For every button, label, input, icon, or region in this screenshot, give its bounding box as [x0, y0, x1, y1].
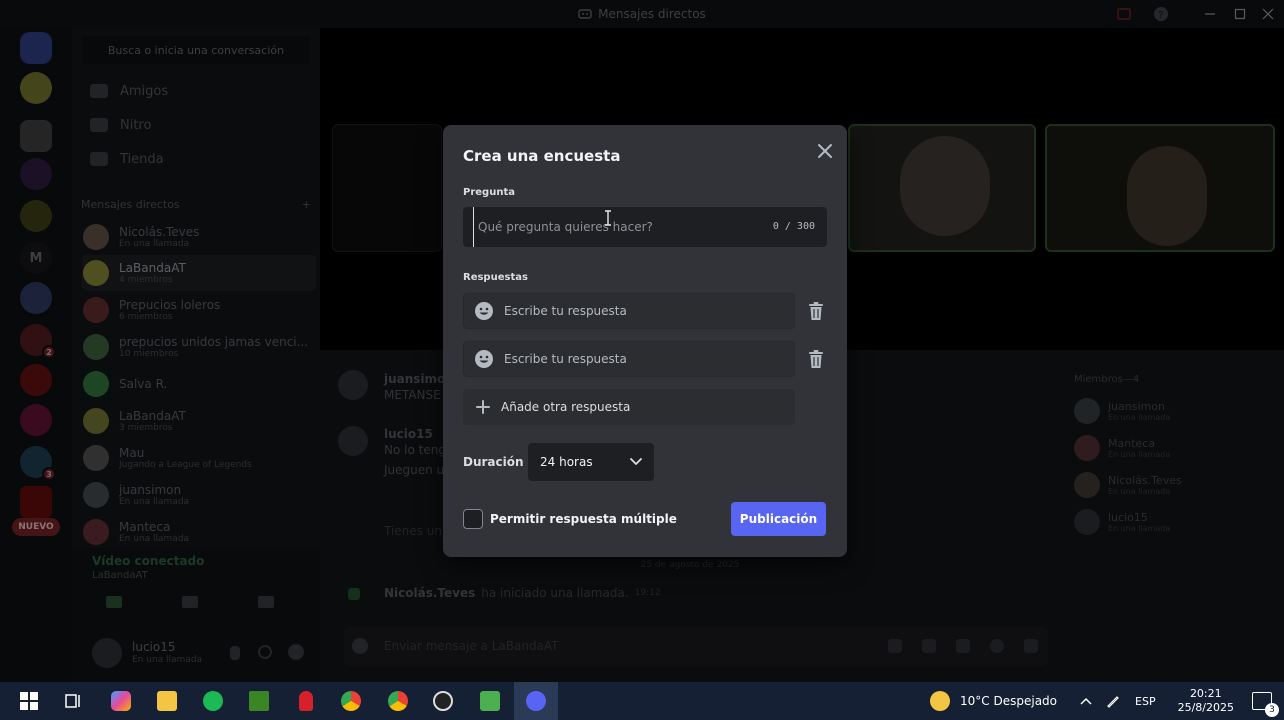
- question-label: Pregunta: [463, 187, 515, 198]
- discord-icon[interactable]: [526, 691, 546, 711]
- chrome-icon[interactable]: [341, 691, 361, 711]
- multiple-answers-checkbox[interactable]: [463, 509, 483, 529]
- duration-label: Duración: [463, 455, 524, 469]
- chevron-up-icon[interactable]: [1079, 696, 1093, 706]
- language-indicator[interactable]: ESP: [1135, 695, 1156, 708]
- question-counter: 0 / 300: [772, 221, 815, 232]
- discord-app: Mensajes directos ? M 2 3 NUEVO Busca o …: [0, 0, 1284, 720]
- spotify-icon[interactable]: [203, 691, 223, 711]
- task-view-icon[interactable]: [63, 691, 83, 711]
- plus-icon: [476, 400, 490, 414]
- question-field: 0 / 300: [463, 207, 827, 247]
- emoji-icon[interactable]: [474, 301, 494, 321]
- clock-date: 25/8/2025: [1177, 701, 1234, 714]
- answer-field[interactable]: [463, 341, 795, 377]
- multiple-answers-label[interactable]: Permitir respuesta múltiple: [490, 512, 677, 526]
- android-studio-icon[interactable]: [480, 691, 500, 711]
- weather-text[interactable]: 10°C Despejado: [960, 694, 1057, 708]
- copilot-icon[interactable]: [111, 691, 131, 711]
- moon-icon: [930, 691, 951, 711]
- windows-start-icon[interactable]: [19, 691, 39, 711]
- chrome-profile-icon[interactable]: [388, 691, 408, 711]
- answer-field[interactable]: [463, 293, 795, 329]
- notification-icon[interactable]: 3: [1252, 692, 1279, 717]
- chevron-down-icon: [630, 458, 642, 465]
- poll-modal: Crea una encuesta Pregunta 0 / 300 Respu…: [443, 125, 847, 557]
- obs-icon[interactable]: [433, 691, 453, 711]
- modal-title: Crea una encuesta: [463, 147, 621, 165]
- notification-count: 3: [1265, 703, 1279, 717]
- answers-label: Respuestas: [463, 272, 528, 283]
- minecraft-icon[interactable]: [249, 691, 269, 711]
- system-tray: 10°C Despejado ESP 20:21 25/8/2025 3: [930, 682, 1284, 720]
- pen-icon[interactable]: [1105, 693, 1121, 709]
- close-icon[interactable]: [815, 141, 835, 161]
- add-answer-button[interactable]: Añade otra respuesta: [463, 389, 795, 425]
- windows-taskbar: 10°C Despejado ESP 20:21 25/8/2025 3: [0, 682, 1284, 720]
- app-icon[interactable]: [299, 691, 313, 711]
- emoji-icon[interactable]: [474, 349, 494, 369]
- question-input[interactable]: [473, 207, 753, 247]
- clock[interactable]: 20:21 25/8/2025: [1178, 687, 1234, 715]
- publish-button[interactable]: Publicación: [731, 502, 826, 536]
- file-explorer-icon[interactable]: [157, 691, 177, 711]
- add-answer-label: Añade otra respuesta: [501, 400, 631, 414]
- duration-value: 24 horas: [540, 455, 593, 469]
- duration-select[interactable]: 24 horas: [528, 443, 654, 481]
- answer-input[interactable]: [504, 352, 794, 366]
- answer-input[interactable]: [504, 304, 794, 318]
- trash-icon[interactable]: [807, 349, 825, 369]
- text-cursor-icon: [605, 210, 611, 226]
- clock-time: 20:21: [1189, 687, 1222, 700]
- trash-icon[interactable]: [807, 301, 825, 321]
